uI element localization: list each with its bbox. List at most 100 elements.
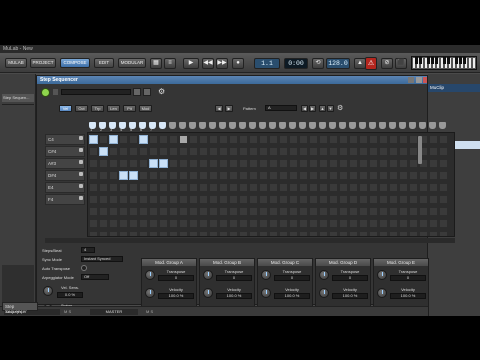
grid-cell[interactable] [239,195,248,204]
grid-cell[interactable] [389,159,398,168]
vel-sens-value[interactable]: 0.0 % [57,292,83,298]
grid-cell[interactable] [429,135,438,144]
note-mute-icon[interactable] [79,148,83,152]
grid-cell[interactable] [239,171,248,180]
grid-cell[interactable] [349,159,358,168]
grid-cell[interactable] [339,183,348,192]
grid-cell[interactable] [359,195,368,204]
grid-cell[interactable] [389,183,398,192]
mode-button-mod[interactable]: Mod [139,105,152,112]
grid-cell[interactable] [219,231,228,236]
grid-cell[interactable] [319,135,328,144]
grid-cell[interactable] [259,135,268,144]
grid-cell[interactable] [179,207,188,216]
grid-cell[interactable] [309,195,318,204]
mini-keyboard[interactable] [411,56,477,70]
grid-cell[interactable] [269,135,278,144]
loop-icon[interactable]: ⟲ [312,58,324,69]
grid-cell[interactable] [369,207,378,216]
grid-cell[interactable] [199,183,208,192]
grid-cell[interactable] [359,171,368,180]
grid-cell[interactable] [239,159,248,168]
piano-black-key[interactable] [418,57,422,64]
grid-cell[interactable] [249,183,258,192]
velocity-knob[interactable] [145,288,155,298]
grid-cell[interactable] [109,219,118,228]
velocity-marker[interactable] [209,122,216,129]
grid-cell[interactable] [109,135,118,144]
grid-cell[interactable] [409,219,418,228]
grid-cell[interactable] [119,231,128,236]
grid-cell[interactable] [149,159,158,168]
grid-cell[interactable] [379,135,388,144]
transpose-knob[interactable] [261,270,271,280]
grid-cell[interactable] [89,135,98,144]
velocity-marker[interactable] [359,122,366,129]
velocity-knob[interactable] [377,288,387,298]
grid-cell[interactable] [399,135,408,144]
grid-cell[interactable] [199,147,208,156]
grid-cell[interactable] [149,207,158,216]
grid-cell[interactable] [129,195,138,204]
grid-cell[interactable] [339,147,348,156]
grid-cell[interactable] [249,171,258,180]
grid-cell[interactable] [149,183,158,192]
velocity-marker[interactable] [389,122,396,129]
grid-cell[interactable] [369,159,378,168]
grid-cell[interactable] [229,147,238,156]
piano-black-key[interactable] [446,57,450,64]
velocity-marker[interactable] [229,122,236,129]
grid-cell[interactable] [149,147,158,156]
grid-cell[interactable] [379,159,388,168]
grid-cell[interactable] [289,147,298,156]
grid-cell[interactable] [139,159,148,168]
grid-cell[interactable] [289,171,298,180]
grid-cell[interactable] [229,219,238,228]
record-icon[interactable]: ● [232,58,244,69]
cpu-warning-icon[interactable]: ⚠ [365,57,377,70]
grid-cell[interactable] [229,159,238,168]
grid-cell[interactable] [129,231,138,236]
grid-cell[interactable] [429,147,438,156]
grid-cell[interactable] [169,147,178,156]
grid-cell[interactable] [169,195,178,204]
grid-cell[interactable] [249,159,258,168]
grid-cell[interactable] [369,195,378,204]
grid-cell[interactable] [309,135,318,144]
velocity-marker[interactable] [409,122,416,129]
maximize-icon[interactable] [416,77,422,83]
grid-cell[interactable] [329,159,338,168]
grid-cell[interactable] [199,231,208,236]
grid-cell[interactable] [109,171,118,180]
grid-cell[interactable] [379,183,388,192]
velocity-marker[interactable] [349,122,356,129]
grid-cell[interactable] [429,171,438,180]
steps-beat-field[interactable]: 4 [81,247,95,253]
pattern-prev-icon[interactable]: ◀ [215,105,223,112]
grid-cell[interactable] [99,207,108,216]
grid-cell[interactable] [119,171,128,180]
grid-cell[interactable] [419,231,428,236]
grid-cell[interactable] [89,207,98,216]
grid-cell[interactable] [129,147,138,156]
grid-cell[interactable] [269,171,278,180]
piano-key[interactable] [472,57,476,69]
right-panel-header[interactable]: MuClip [428,84,480,92]
grid-cell[interactable] [209,135,218,144]
taskbar-step-sequencer[interactable]: Step Sequencer [2,302,38,314]
grid-cell[interactable] [369,219,378,228]
grid-cell[interactable] [209,171,218,180]
grid-cell[interactable] [259,195,268,204]
grid-cell[interactable] [309,183,318,192]
grid-cell[interactable] [99,159,108,168]
preset-field[interactable] [61,89,131,95]
grid-cell[interactable] [439,195,448,204]
transpose-knob[interactable] [145,270,155,280]
grid-cell[interactable] [289,159,298,168]
play-icon[interactable]: ▶ [183,58,199,69]
grid-cell[interactable] [349,231,358,236]
grid-cell[interactable] [279,147,288,156]
grid-cell[interactable] [369,147,378,156]
grid-cell[interactable] [239,231,248,236]
nav-modular[interactable]: MODULAR [118,58,146,68]
